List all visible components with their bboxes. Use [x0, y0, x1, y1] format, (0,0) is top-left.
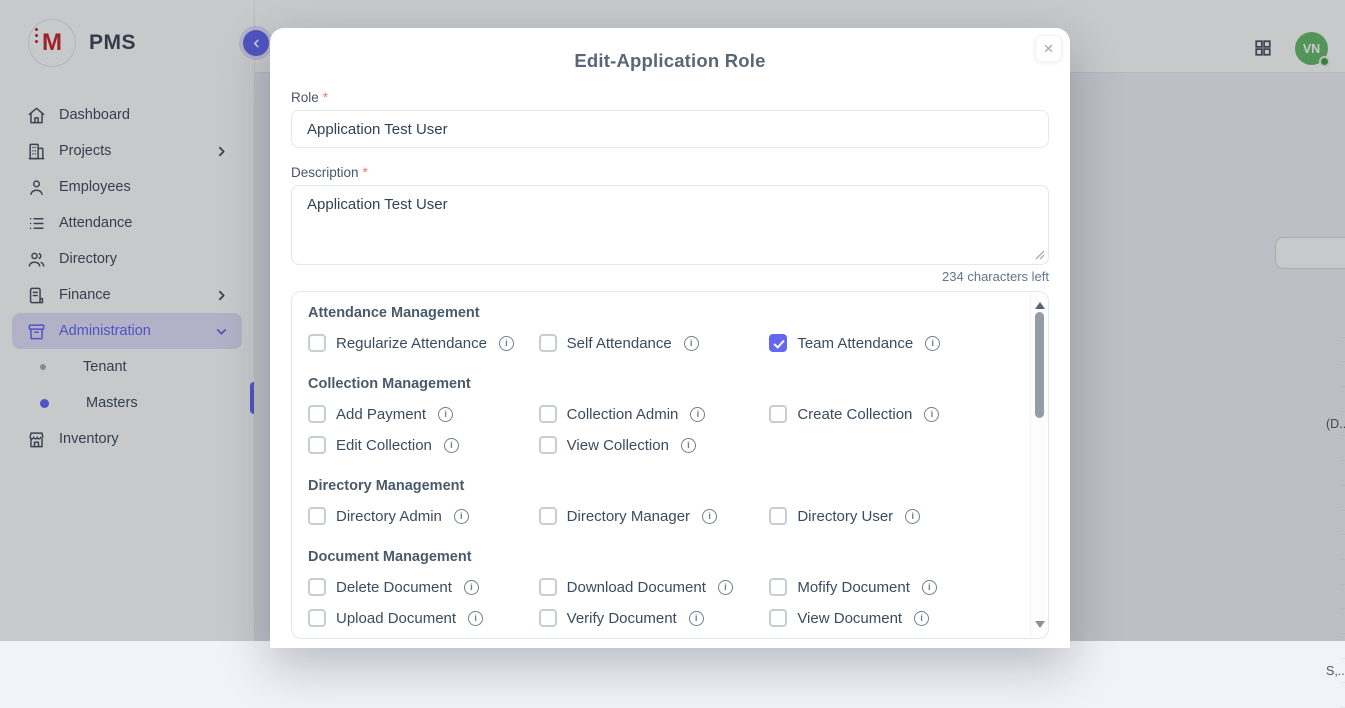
info-icon[interactable]: i	[922, 580, 937, 595]
permission-option: Mofify Document i	[769, 578, 1000, 596]
permission-section: Attendance Management Regularize Attendan…	[308, 305, 1000, 352]
permission-option: Self Attendance i	[539, 334, 770, 352]
permission-label: Add Payment	[336, 406, 426, 423]
permission-label: Directory Admin	[336, 508, 442, 525]
permission-section-title: Attendance Management	[308, 305, 1000, 321]
dialog-title: Edit-Application Role	[291, 28, 1049, 72]
info-icon[interactable]: i	[905, 509, 920, 524]
panel-scrollbar[interactable]	[1030, 293, 1047, 637]
permission-label: Regularize Attendance	[336, 335, 487, 352]
checkbox[interactable]	[308, 334, 326, 352]
permission-option: Create Collection i	[769, 405, 1000, 423]
scroll-up-arrow-icon[interactable]	[1035, 302, 1045, 309]
permission-label: Delete Document	[336, 579, 452, 596]
checkbox[interactable]	[308, 507, 326, 525]
permission-label: Edit Collection	[336, 437, 432, 454]
resize-grip-icon[interactable]	[1035, 250, 1045, 260]
close-icon: ×	[1044, 40, 1054, 57]
permission-option: Upload Document i	[308, 609, 539, 627]
table-row	[1340, 683, 1345, 708]
permissions-panel: Attendance Management Regularize Attendan…	[291, 291, 1049, 639]
description-label: Description*	[291, 165, 1049, 179]
permission-option: Directory Admin i	[308, 507, 539, 525]
info-icon[interactable]: i	[454, 509, 469, 524]
permission-option: Delete Document i	[308, 578, 539, 596]
description-textarea[interactable]: Application Test User	[291, 185, 1049, 265]
info-icon[interactable]: i	[681, 438, 696, 453]
checkbox[interactable]	[769, 405, 787, 423]
required-asterisk: *	[323, 90, 328, 105]
checked-checkbox[interactable]	[769, 334, 787, 352]
info-icon[interactable]: i	[718, 580, 733, 595]
permission-option: Verify Document i	[539, 609, 770, 627]
permission-section-title: Directory Management	[308, 478, 1000, 494]
info-icon[interactable]: i	[689, 611, 704, 626]
permission-section: Document ManagementDelete DocumentiDownl…	[308, 549, 1000, 627]
permission-label: Self Attendance	[567, 335, 672, 352]
checkbox[interactable]	[539, 507, 557, 525]
permission-label: Upload Document	[336, 610, 456, 627]
scrollbar-thumb[interactable]	[1035, 312, 1044, 418]
permission-section-title: Document Management	[308, 549, 1000, 565]
permission-label: Download Document	[567, 579, 706, 596]
permission-section: Directory ManagementDirectory AdminiDire…	[308, 478, 1000, 525]
scroll-down-arrow-icon[interactable]	[1035, 621, 1045, 628]
info-icon[interactable]: i	[684, 336, 699, 351]
permission-label: Directory Manager	[567, 508, 690, 525]
permission-option: View Collection i	[539, 436, 770, 454]
info-icon[interactable]: i	[925, 336, 940, 351]
permission-label: View Collection	[567, 437, 669, 454]
permission-option: Regularize Attendance i	[308, 334, 539, 352]
permission-section-title: Collection Management	[308, 376, 1000, 392]
required-asterisk: *	[363, 165, 368, 180]
info-icon[interactable]: i	[464, 580, 479, 595]
characters-left-counter: 234 characters left	[291, 269, 1049, 283]
info-icon[interactable]: i	[444, 438, 459, 453]
checkbox[interactable]	[539, 436, 557, 454]
info-icon[interactable]: i	[690, 407, 705, 422]
row-text-fragment: S,...	[1326, 664, 1345, 678]
permission-label: Collection Admin	[567, 406, 679, 423]
checkbox[interactable]	[539, 578, 557, 596]
permission-option: Add Payment i	[308, 405, 539, 423]
checkbox[interactable]	[539, 405, 557, 423]
permission-label: Mofify Document	[797, 579, 910, 596]
permission-option: Team Attendance i	[769, 334, 1000, 352]
checkbox[interactable]	[308, 578, 326, 596]
checkbox[interactable]	[308, 609, 326, 627]
info-icon[interactable]: i	[702, 509, 717, 524]
role-input[interactable]	[291, 110, 1049, 148]
permission-option: Download Document i	[539, 578, 770, 596]
info-icon[interactable]: i	[468, 611, 483, 626]
info-icon[interactable]: i	[924, 407, 939, 422]
permission-option: Edit Collection i	[308, 436, 539, 454]
edit-application-role-dialog: Edit-Application Role × Role* Descriptio…	[270, 28, 1070, 648]
permission-option: Collection Admin i	[539, 405, 770, 423]
checkbox[interactable]	[539, 609, 557, 627]
role-label: Role*	[291, 90, 1049, 104]
close-button[interactable]: ×	[1035, 35, 1062, 62]
checkbox[interactable]	[769, 507, 787, 525]
checkbox[interactable]	[539, 334, 557, 352]
permission-label: View Document	[797, 610, 902, 627]
checkbox[interactable]	[308, 436, 326, 454]
checkbox[interactable]	[769, 609, 787, 627]
permission-label: Create Collection	[797, 406, 912, 423]
permission-label: Verify Document	[567, 610, 677, 627]
permission-label: Directory User	[797, 508, 893, 525]
permission-section: Collection ManagementAdd PaymentiCollect…	[308, 376, 1000, 454]
info-icon[interactable]: i	[914, 611, 929, 626]
permission-label: Team Attendance	[797, 335, 913, 352]
info-icon[interactable]: i	[499, 336, 514, 351]
info-icon[interactable]: i	[438, 407, 453, 422]
permission-option: Directory Manager i	[539, 507, 770, 525]
checkbox[interactable]	[769, 578, 787, 596]
permission-option: View Document i	[769, 609, 1000, 627]
permission-option: Directory User i	[769, 507, 1000, 525]
table-row: S,...	[1340, 659, 1345, 684]
checkbox[interactable]	[308, 405, 326, 423]
